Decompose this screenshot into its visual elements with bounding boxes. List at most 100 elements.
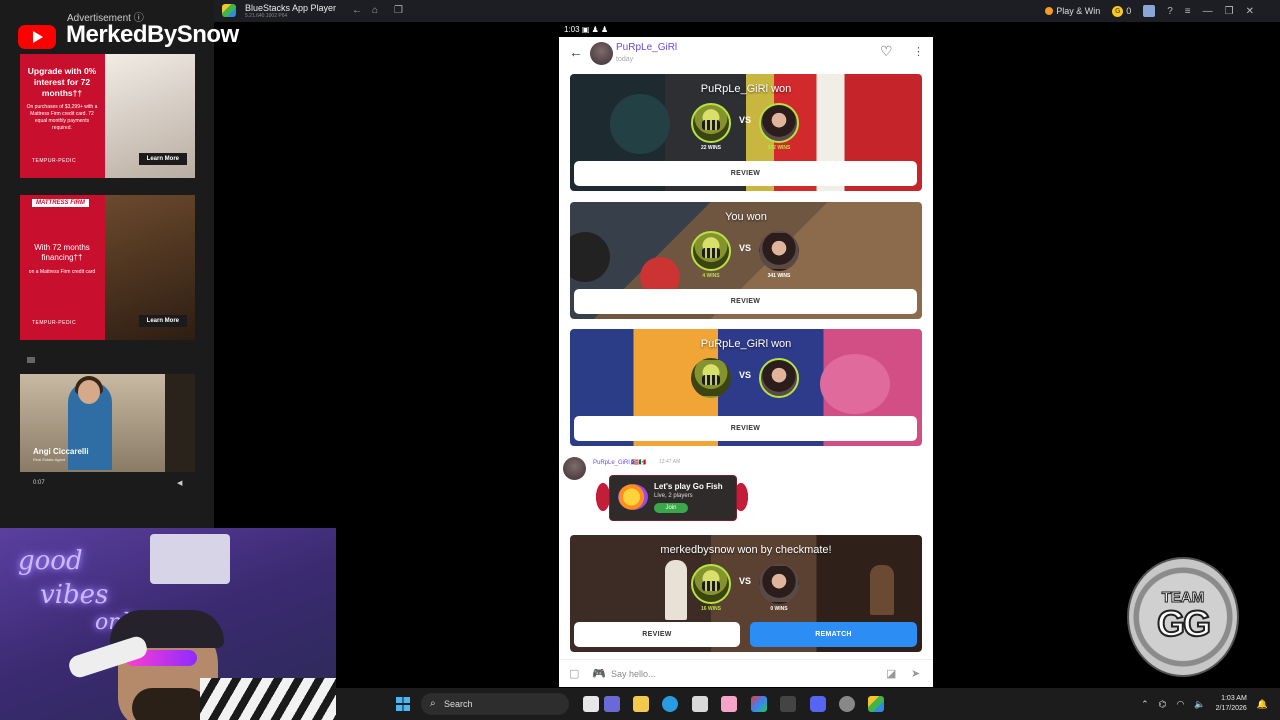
review-button[interactable]: REVIEW: [574, 161, 917, 186]
ad2-badge: MATTRESS FIRM: [32, 199, 89, 207]
badge-gg-text: GG: [1156, 602, 1212, 645]
opponent-name[interactable]: PuRpLe_GiRl: [616, 42, 677, 53]
avatar[interactable]: [563, 457, 586, 480]
back-arrow-icon[interactable]: ←: [352, 5, 362, 16]
minimize-icon[interactable]: —: [1203, 6, 1213, 17]
game-controller-icon[interactable]: 🎮: [592, 667, 606, 680]
clock[interactable]: 1:03 AM 2/17/2026: [1216, 694, 1247, 714]
message-time: 12:47 AM: [659, 459, 681, 465]
back-arrow-icon[interactable]: ←: [569, 44, 583, 60]
coin-icon: G: [1112, 5, 1124, 17]
ad3-background: [165, 374, 195, 472]
review-button[interactable]: REVIEW: [574, 289, 917, 314]
file-explorer-icon[interactable]: [633, 696, 649, 712]
task-view-icon[interactable]: [583, 696, 599, 712]
channel-name: MerkedBySnow: [66, 21, 239, 48]
more-options-icon[interactable]: ⋮: [913, 45, 924, 58]
profile-avatar[interactable]: [1143, 5, 1156, 17]
join-button[interactable]: Join: [654, 503, 688, 513]
card-decoration: [820, 354, 890, 414]
vs-label: VS: [739, 115, 752, 125]
restore-icon[interactable]: ❐: [1225, 6, 1234, 17]
windows-taskbar: ⌕ Search ⌃ ⌬ ◠ 🔈 1:03 AM 2/17/2026 🔔: [336, 688, 1280, 720]
bluestacks-icon[interactable]: [868, 696, 884, 712]
ad3-role: Real Estate Agent: [33, 457, 66, 462]
card-decoration: [570, 232, 610, 282]
windows-start-icon[interactable]: [396, 697, 410, 711]
game-invite-card[interactable]: Let's play Go Fish Live, 2 players Join: [609, 475, 737, 521]
last-seen: today: [616, 56, 634, 63]
image-icon[interactable]: ▢: [569, 667, 579, 680]
app-icon[interactable]: [780, 696, 796, 712]
discord-icon[interactable]: [810, 696, 826, 712]
network-icon[interactable]: ⌬: [1159, 699, 1167, 710]
vs-label: VS: [739, 370, 752, 380]
store-icon[interactable]: [692, 696, 708, 712]
system-tray: ⌃ ⌬ ◠ 🔈 1:03 AM 2/17/2026 🔔: [1141, 688, 1280, 720]
team-gg-badge: TEAM GG: [1127, 557, 1239, 677]
invite-subtitle: Live, 2 players: [654, 493, 693, 499]
app-title: BlueStacks App Player: [245, 3, 337, 13]
neon-text-1: good: [18, 546, 83, 576]
mattress-ad-2[interactable]: MATTRESS FIRM With 72 months financing††…: [20, 195, 195, 340]
opponent-avatar: [759, 231, 799, 271]
status-icons: ▣ ♟ ♟: [581, 25, 609, 34]
ad1-headline: Upgrade with 0% interest for 72 months††: [27, 66, 97, 98]
card-decoration: [610, 94, 670, 154]
message-input[interactable]: [611, 664, 871, 684]
ad-info-icon: [27, 357, 35, 363]
help-icon[interactable]: ?: [1167, 6, 1173, 17]
copilot-icon[interactable]: [751, 696, 767, 712]
ad2-headline: With 72 months financing††: [34, 243, 90, 262]
recent-apps-icon[interactable]: ❐: [394, 5, 403, 16]
review-button[interactable]: REVIEW: [574, 416, 917, 441]
sticker-icon[interactable]: ◪: [886, 667, 896, 680]
heart-icon[interactable]: ♡: [880, 43, 893, 60]
opponent-avatar: [759, 564, 799, 604]
app-icon[interactable]: [721, 696, 737, 712]
teams-icon[interactable]: [604, 696, 620, 712]
close-icon[interactable]: ✕: [1246, 6, 1254, 17]
video-time: 0:07: [33, 480, 45, 486]
taskbar-search[interactable]: ⌕ Search: [421, 693, 569, 715]
menu-icon[interactable]: ≡: [1185, 6, 1191, 17]
avatar[interactable]: [590, 42, 613, 65]
result-text: PuRpLe_GiRl won: [700, 83, 792, 95]
result-text: merkedbysnow won by checkmate!: [660, 544, 832, 556]
opponent-avatar: [759, 358, 799, 398]
ad1-fine-print: On purchases of $3,299+ with a Mattress …: [26, 104, 98, 131]
coins-display[interactable]: G0: [1112, 5, 1132, 17]
ad2-learn-more-button[interactable]: Learn More: [138, 315, 187, 327]
send-icon[interactable]: ➤: [911, 667, 920, 680]
search-label: Search: [444, 699, 473, 709]
opponent-wins: 0 WINS: [770, 606, 788, 612]
go-fish-icon: [618, 484, 648, 510]
titlebar-right: Play & Win G0 ? ≡ — ❐ ✕: [1045, 0, 1280, 22]
player-avatar: [691, 231, 731, 271]
result-text: You won: [725, 211, 767, 223]
game-result-card: You won VS 4 WINS 341 WINS REVIEW: [570, 202, 922, 319]
youtube-logo-icon: [18, 25, 56, 49]
review-button[interactable]: REVIEW: [574, 622, 740, 647]
mute-icon[interactable]: ◀: [177, 479, 182, 487]
player-wins: 16 WINS: [700, 606, 721, 612]
home-icon[interactable]: ⌂: [372, 5, 378, 16]
opponent-wins: 341 WINS: [767, 273, 791, 279]
bluestacks-logo-icon: [222, 4, 236, 17]
ad1-learn-more-button[interactable]: Learn More: [138, 153, 187, 165]
mattress-ad-1[interactable]: Upgrade with 0% interest for 72 months††…: [20, 54, 195, 178]
notification-bell-icon[interactable]: 🔔: [1257, 699, 1268, 710]
play-win-button[interactable]: Play & Win: [1045, 6, 1100, 16]
video-ad[interactable]: Angi Ciccarelli Real Estate Agent: [20, 374, 195, 472]
coin-count: 0: [1126, 6, 1132, 16]
volume-icon[interactable]: 🔈: [1194, 699, 1205, 710]
wifi-icon[interactable]: ◠: [1177, 699, 1185, 710]
clock-date: 2/17/2026: [1215, 705, 1247, 712]
chevron-up-icon[interactable]: ⌃: [1141, 699, 1149, 710]
ad3-face: [78, 380, 100, 404]
obs-icon[interactable]: [839, 696, 855, 712]
screen: BlueStacks App Player 5.21.640.1002 P64 …: [0, 0, 1280, 720]
rematch-button[interactable]: REMATCH: [750, 622, 917, 647]
chat-header: ← PuRpLe_GiRl today ♡ ⋮: [559, 37, 933, 76]
edge-icon[interactable]: [662, 696, 678, 712]
